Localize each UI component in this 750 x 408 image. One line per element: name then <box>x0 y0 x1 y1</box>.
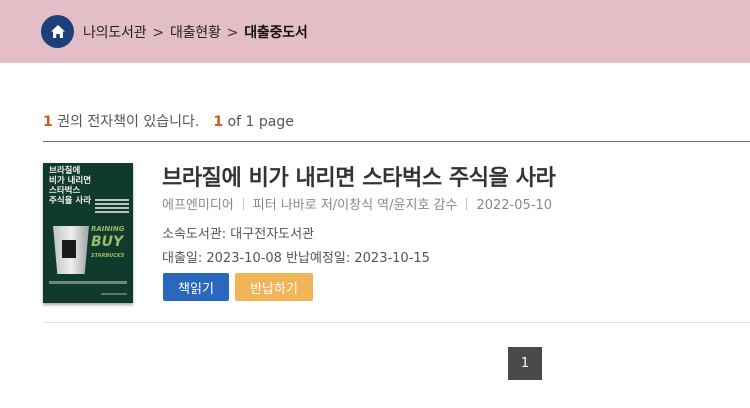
book-cover[interactable]: 브라질에 비가 내리면 스타벅스 주식을 사라 RAINING BUY STAR… <box>43 163 133 303</box>
meta-divider <box>242 198 244 210</box>
book-meta: 에프엔미디어 피터 나바로 저/이창식 역/윤지호 감수 2022-05-10 <box>162 194 552 213</box>
book-publisher: 에프엔미디어 <box>162 198 234 213</box>
home-button[interactable] <box>41 15 74 48</box>
cover-art-text: RAINING BUY STARBUCKS <box>91 225 125 259</box>
result-summary: 1 권의 전자책이 있습니다. 1 of 1 page <box>43 111 294 131</box>
book-authors: 피터 나바로 저/이창식 역/윤지호 감수 <box>252 198 458 213</box>
breadcrumb-separator: > <box>226 25 239 41</box>
cover-footer <box>49 281 127 284</box>
divider <box>43 141 750 142</box>
book-title[interactable]: 브라질에 비가 내리면 스타벅스 주식을 사라 <box>162 160 556 192</box>
return-book-button[interactable]: 반납하기 <box>235 273 313 301</box>
breadcrumb-current: 대출중도서 <box>244 25 308 41</box>
divider <box>43 322 750 323</box>
breadcrumb-my-library[interactable]: 나의도서관 <box>83 25 147 41</box>
breadcrumb: 나의도서관 > 대출현황 > 대출중도서 <box>83 22 308 42</box>
header-bar: 나의도서관 > 대출현황 > 대출중도서 <box>0 0 750 63</box>
cover-cup-image <box>53 226 89 274</box>
cover-publisher-mark <box>101 293 127 295</box>
meta-divider <box>466 198 468 210</box>
book-count: 1 <box>43 114 53 130</box>
book-loan-dates: 대출일: 2023-10-08 반납예정일: 2023-10-15 <box>162 251 430 266</box>
read-book-button[interactable]: 책읽기 <box>163 273 229 301</box>
home-icon <box>50 25 65 38</box>
cover-blurb <box>95 199 129 213</box>
page-current-number: 1 <box>213 114 224 130</box>
book-count-text: 권의 전자책이 있습니다. <box>57 114 200 130</box>
page-total-text: of 1 page <box>227 114 294 130</box>
breadcrumb-loan-status[interactable]: 대출현황 <box>170 25 221 41</box>
breadcrumb-separator: > <box>152 25 164 41</box>
book-library: 소속도서관: 대구전자도서관 <box>162 227 315 242</box>
pagination-page-1[interactable]: 1 <box>508 347 542 380</box>
book-pub-date: 2022-05-10 <box>476 198 553 213</box>
